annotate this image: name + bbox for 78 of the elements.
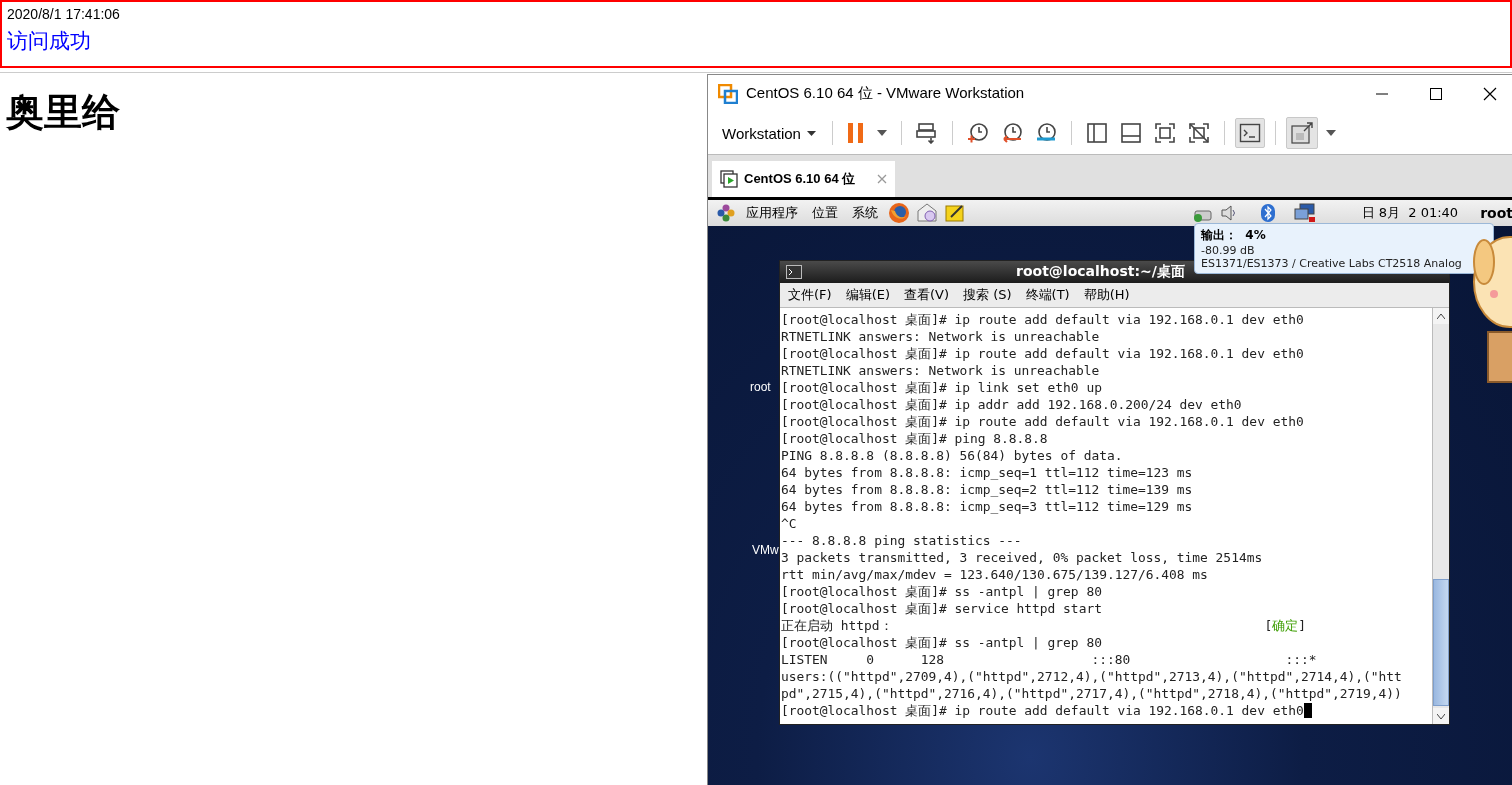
terminal-line: RTNETLINK answers: Network is unreachable bbox=[781, 362, 1100, 379]
distro-logo-icon[interactable] bbox=[716, 203, 736, 223]
crossed-window-icon bbox=[1187, 122, 1210, 144]
terminal-line: 64 bytes from 8.8.8.8: icmp_seq=3 ttl=112 time=129 ms bbox=[781, 498, 1193, 515]
clock-plus-icon bbox=[966, 122, 989, 144]
panel-menu[interactable]: 应用程序 bbox=[742, 204, 802, 222]
terminal-menu-item[interactable]: 搜索 (S) bbox=[959, 286, 1016, 304]
terminal-menu-item[interactable]: 编辑(E) bbox=[841, 286, 894, 304]
bluetooth-icon[interactable] bbox=[1259, 203, 1276, 223]
sidebar-icon bbox=[1085, 122, 1108, 144]
fullscreen-icon bbox=[1153, 122, 1176, 144]
close-icon[interactable] bbox=[1483, 86, 1497, 101]
caret-icon bbox=[1325, 130, 1336, 136]
terminal-line: ^C bbox=[781, 515, 797, 532]
success-message: 访问成功 bbox=[7, 28, 91, 55]
terminal-line: RTNETLINK answers: Network is unreachable bbox=[781, 328, 1100, 345]
vm-tab[interactable]: CentOS 6.10 64 位 bbox=[712, 161, 895, 197]
stretch-button[interactable] bbox=[1285, 117, 1318, 149]
console-view-button[interactable] bbox=[1234, 118, 1265, 148]
panel-username[interactable]: root bbox=[1480, 205, 1512, 221]
caret-icon bbox=[876, 130, 887, 136]
panel-menu[interactable]: 位置 bbox=[808, 204, 842, 222]
speaker-icon[interactable] bbox=[1219, 204, 1238, 222]
vm-play-icon bbox=[720, 170, 738, 188]
scroll-down-button[interactable] bbox=[1433, 708, 1449, 724]
terminal-icon bbox=[786, 265, 802, 279]
terminal-line: 正在启动 httpd： bbox=[781, 617, 893, 634]
terminal-menu-item[interactable]: 终端(T) bbox=[1021, 286, 1074, 304]
timestamp: 2020/8/1 17:41:06 bbox=[7, 6, 120, 22]
stretch-icon bbox=[1289, 121, 1314, 145]
terminal-menu-item[interactable]: 查看(V) bbox=[900, 286, 954, 304]
bottom-panel-icon bbox=[1119, 122, 1142, 144]
terminal-line: users:(("httpd",2709,4),("httpd",2712,4),("httpd",2713,4),("httpd",2714,4),("htt bbox=[781, 668, 1402, 685]
scroll-up-button[interactable] bbox=[1433, 308, 1449, 324]
terminal-line: pd",2715,4),("httpd",2716,4),("httpd",2717,4),("httpd",2718,4),("httpd",2719,4)) bbox=[781, 685, 1402, 702]
terminal-menu-item[interactable]: 文件(F) bbox=[784, 286, 836, 304]
terminal-line: 64 bytes from 8.8.8.8: icmp_seq=1 ttl=112 time=123 ms bbox=[781, 464, 1193, 481]
terminal-line: 64 bytes from 8.8.8.8: icmp_seq=2 ttl=112 time=139 ms bbox=[781, 481, 1193, 498]
scrollbar-thumb[interactable] bbox=[1433, 579, 1449, 706]
terminal-line: [root@localhost 桌面]# service httpd start bbox=[781, 600, 1102, 617]
panel-clock[interactable]: 日 8月 2 01:40 bbox=[1361, 204, 1459, 222]
maximize-icon[interactable] bbox=[1430, 87, 1442, 100]
terminal-line: [root@localhost 桌面]# ip route add default via 192.168.0.1 dev eth0 bbox=[781, 702, 1304, 719]
terminal-title: root@localhost:~/桌面 bbox=[1016, 263, 1185, 281]
terminal-line: [root@localhost 桌面]# ss -antpl | grep 80 bbox=[781, 583, 1102, 600]
terminal-line: [root@localhost 桌面]# ip route add default via 192.168.0.1 dev eth0 bbox=[781, 311, 1304, 328]
notepad-icon[interactable] bbox=[944, 203, 966, 223]
clock-arrow-icon bbox=[1000, 122, 1023, 144]
caret-icon bbox=[806, 130, 816, 136]
tooltip-title: 输出： 4% bbox=[1201, 227, 1266, 244]
terminal-line: 3 packets transmitted, 3 received, 0% packet loss, time 2514ms bbox=[781, 549, 1263, 566]
scrollbar[interactable] bbox=[1432, 308, 1449, 724]
terminal-line: PING 8.8.8.8 (8.8.8.8) 56(84) bytes of data. bbox=[781, 447, 1123, 464]
monitor-icon[interactable] bbox=[1293, 203, 1316, 223]
desktop-icon-label[interactable]: root bbox=[750, 380, 771, 394]
status-label: [确定] bbox=[1264, 617, 1306, 634]
terminal-line: [root@localhost 桌面]# ss -antpl | grep 80 bbox=[781, 634, 1102, 651]
page-heading: 奥里给 bbox=[6, 90, 120, 135]
terminal-line: --- 8.8.8.8 ping statistics --- bbox=[781, 532, 1022, 549]
terminal-menu-item[interactable]: 帮助(H) bbox=[1079, 286, 1134, 304]
pause-icon bbox=[846, 122, 865, 144]
terminal-line: rtt min/avg/max/mdev = 123.640/130.675/139.127/6.408 ms bbox=[781, 566, 1208, 583]
terminal-line: [root@localhost 桌面]# ip route add default via 192.168.0.1 dev eth0 bbox=[781, 413, 1304, 430]
app-logo-icon bbox=[718, 83, 738, 104]
workstation-menu[interactable]: Workstation bbox=[716, 120, 822, 146]
tooltip-text: -80.99 dB bbox=[1201, 244, 1255, 257]
terminal-line: [root@localhost 桌面]# ip addr add 192.168.0.200/24 dev eth0 bbox=[781, 396, 1242, 413]
terminal-line: LISTEN 0 128 :::80 :::* bbox=[781, 651, 1317, 668]
terminal-icon bbox=[1238, 122, 1261, 144]
desktop-icon-label[interactable]: VMw bbox=[752, 543, 779, 557]
tooltip-text: ES1371/ES1373 / Creative Labs CT2518 Analog bbox=[1201, 257, 1462, 270]
terminal-line: [root@localhost 桌面]# ip route add default via 192.168.0.1 dev eth0 bbox=[781, 345, 1304, 362]
browser-icon[interactable] bbox=[888, 202, 910, 224]
panel-menu[interactable]: 系统 bbox=[848, 204, 882, 222]
keyboard-arrow-icon bbox=[915, 122, 938, 144]
terminal-line: [root@localhost 桌面]# ip link set eth0 up bbox=[781, 379, 1102, 396]
window-title: CentOS 6.10 64 位 - VMware Workstation bbox=[746, 84, 1026, 103]
terminal-line: [root@localhost 桌面]# ping 8.8.8.8 bbox=[781, 430, 1048, 447]
